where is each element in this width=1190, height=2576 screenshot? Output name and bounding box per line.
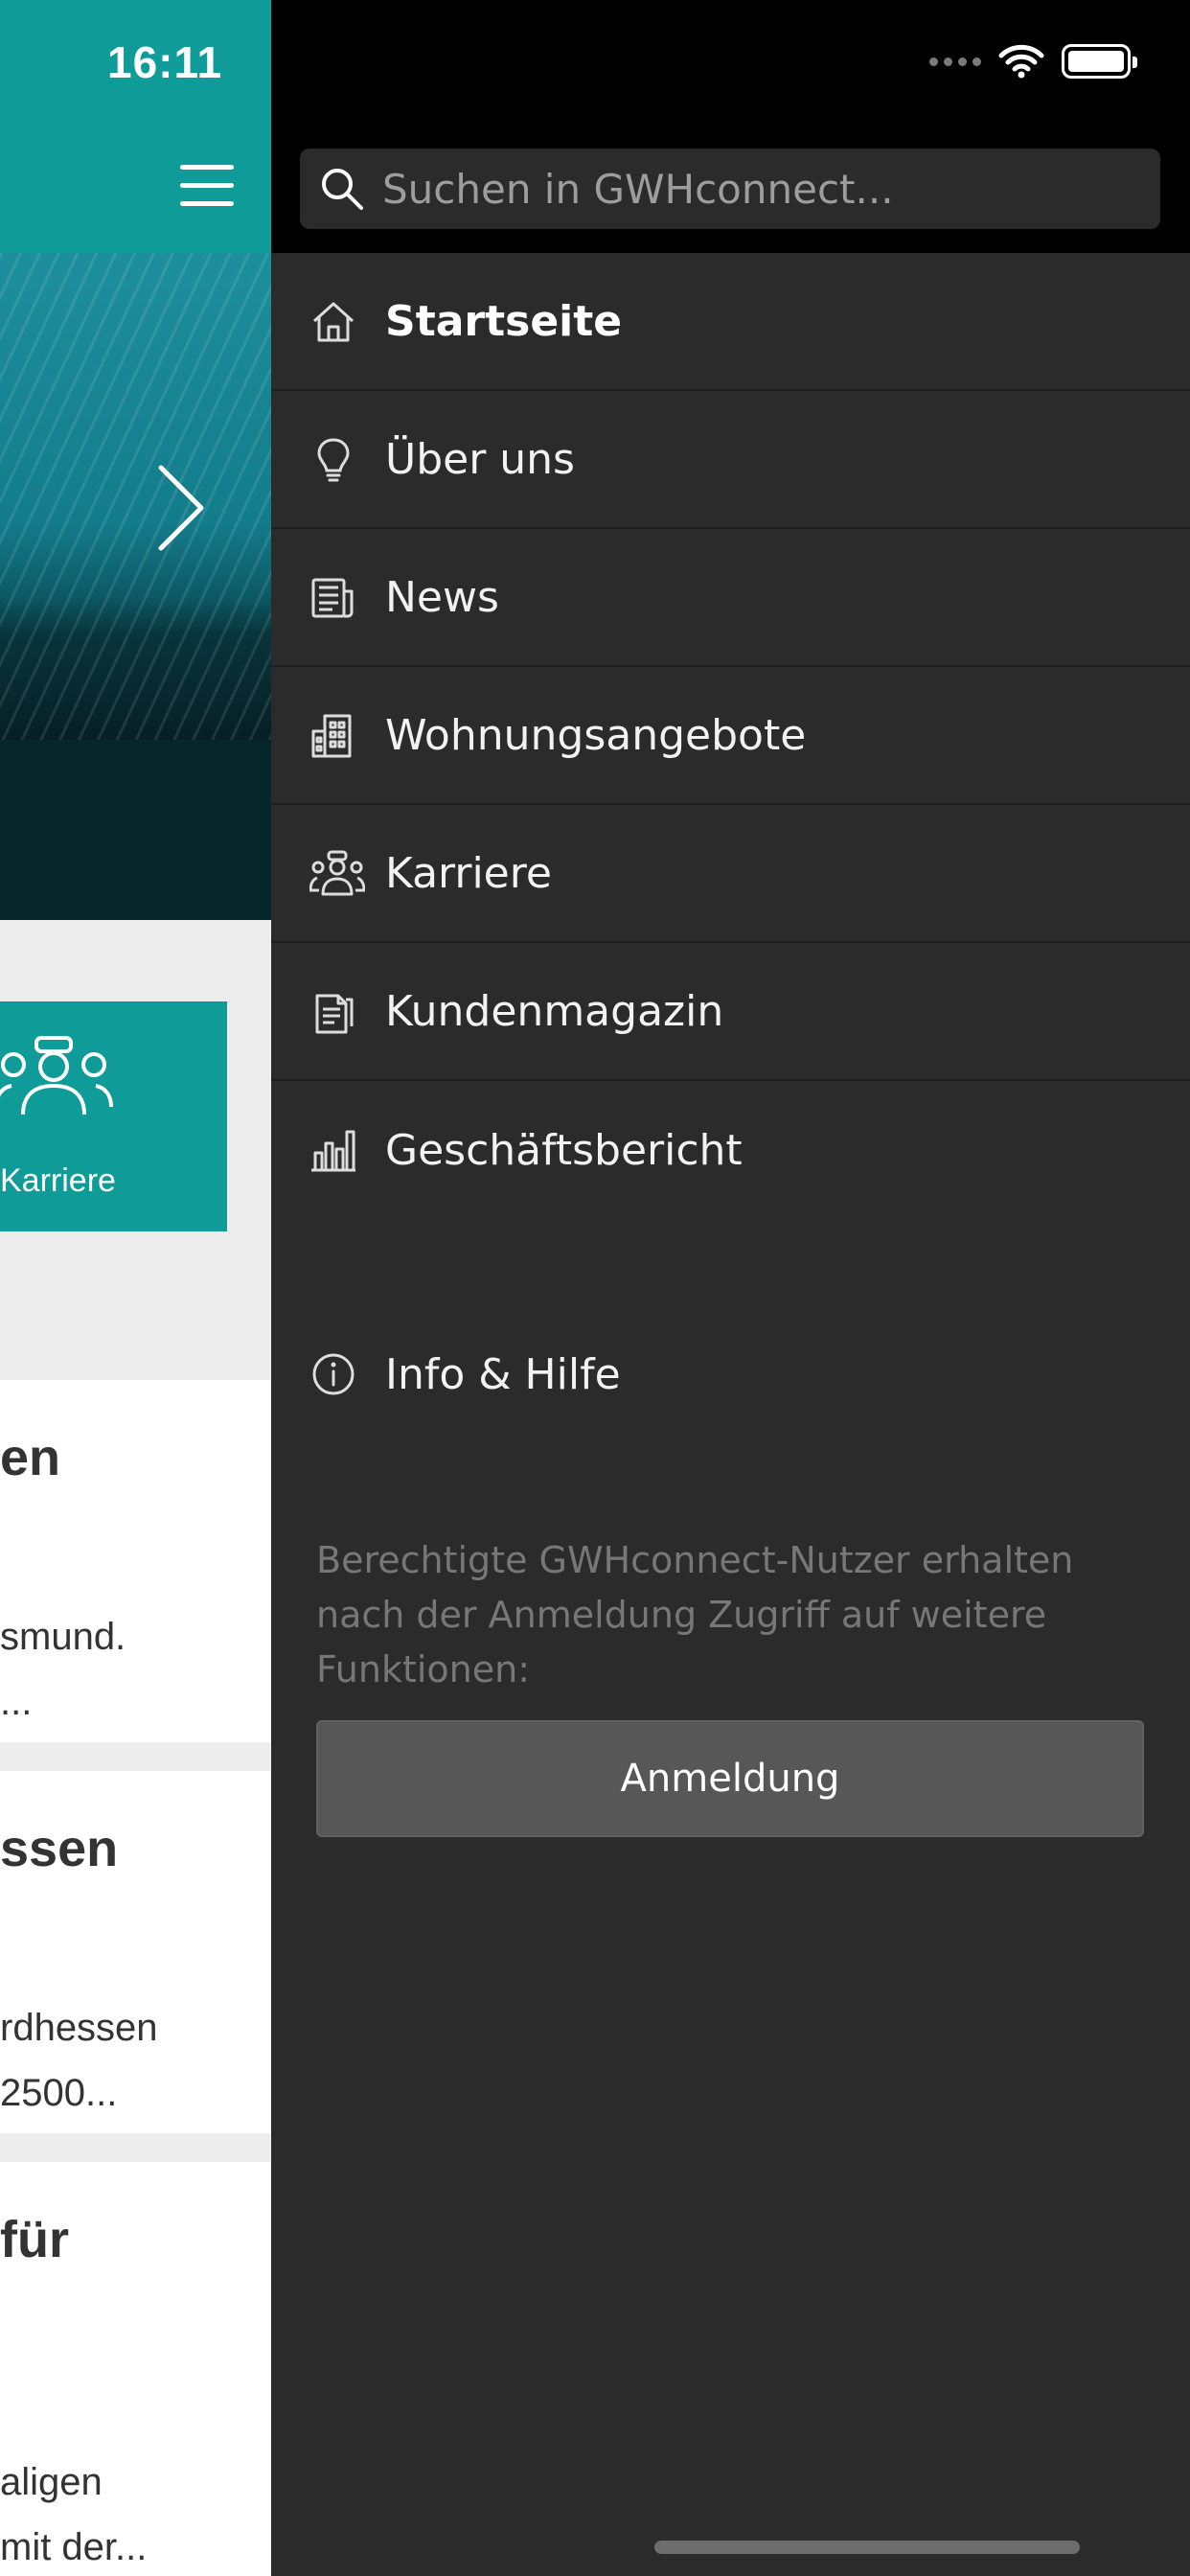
card-excerpt: aligen mit der... [0,2461,148,2568]
battery-icon [1062,44,1137,79]
navigation-drawer: Startseite Über uns News Wohnungsangebot… [271,0,1190,2576]
cellular-signal-icon [929,57,981,66]
home-icon [309,298,357,346]
info-icon [309,1350,357,1398]
hero-image [0,253,271,742]
card-excerpt: smund. ... [0,1616,126,1723]
people-icon [309,850,365,898]
menu-item-label: Kundenmagazin [385,986,724,1036]
tile-label: Karriere [0,1162,116,1199]
card-title: ssen [0,1820,119,1877]
status-icons [929,44,1137,79]
lightbulb-icon [309,436,357,484]
login-hint-text: Berechtigte GWHconnect-Nutzer erhalten n… [316,1539,1074,1690]
search-icon [317,164,367,214]
magazine-icon [309,988,357,1036]
card-title: en [0,1429,61,1486]
menu-item-wohnungsangebote[interactable]: Wohnungsangebote [271,667,1190,805]
newspaper-icon [309,574,357,622]
bar-chart-icon [309,1126,357,1174]
login-button[interactable]: Anmeldung [316,1720,1144,1837]
search-box[interactable] [300,149,1160,229]
menu-item-geschaeftsbericht[interactable]: Geschäftsbericht [271,1081,1190,1219]
menu-item-label: Karriere [385,848,552,898]
menu-item-label: Über uns [385,434,575,484]
app-header: 16:11 [0,0,271,253]
card-title: für [0,2211,69,2268]
search-input[interactable] [382,149,1139,229]
menu-item-info-hilfe[interactable]: Info & Hilfe [271,1305,1190,1443]
news-card[interactable]: ssen rdhessen 2500... [0,1771,271,2133]
menu-item-karriere[interactable]: Karriere [271,805,1190,943]
menu-item-startseite[interactable]: Startseite [271,253,1190,391]
news-card[interactable]: en smund. ... [0,1380,271,1742]
menu-item-kundenmagazin[interactable]: Kundenmagazin [271,943,1190,1081]
hero-caption-area [0,740,271,920]
menu-item-label: News [385,572,499,622]
people-icon [0,1032,115,1118]
building-icon [309,712,357,760]
menu-item-label: Geschäftsbericht [385,1125,743,1175]
news-card[interactable]: für aligen mit der... [0,2162,271,2576]
chevron-right-icon[interactable] [144,460,211,556]
menu-item-news[interactable]: News [271,529,1190,667]
hamburger-menu-icon[interactable] [180,165,234,207]
status-time: 16:11 [107,37,223,87]
menu-item-label: Info & Hilfe [385,1349,621,1399]
menu-item-label: Startseite [385,296,623,346]
home-indicator[interactable] [654,2541,1080,2554]
background-app: 16:11 Karriere en smund. ... ssen rdhess… [0,0,271,2576]
card-excerpt: rdhessen 2500... [0,2007,158,2114]
drawer-menu: Startseite Über uns News Wohnungsangebot… [271,253,1190,1219]
menu-item-label: Wohnungsangebote [385,710,807,760]
menu-item-ueber-uns[interactable]: Über uns [271,391,1190,529]
wifi-icon [998,44,1044,79]
drawer-header [271,0,1190,253]
karriere-tile[interactable]: Karriere [0,1001,227,1231]
